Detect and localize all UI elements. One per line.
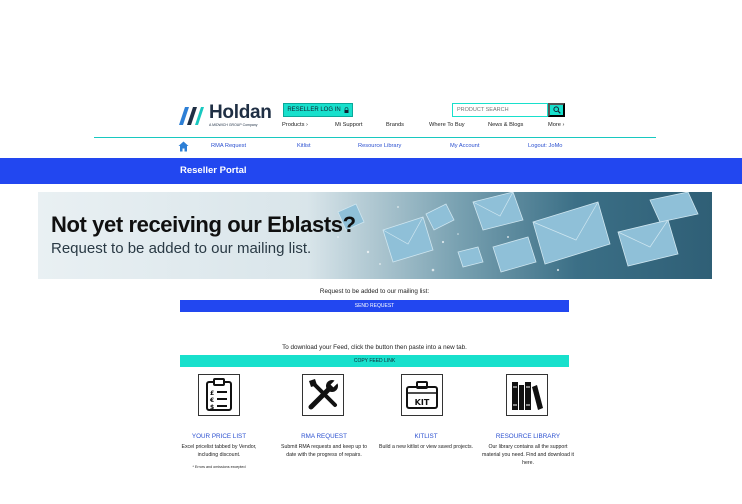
tile-price-list-title[interactable]: YOUR PRICE LIST (172, 433, 266, 440)
search-button[interactable] (548, 103, 565, 117)
reseller-login-button[interactable]: RESELLER LOG IN (283, 103, 353, 117)
tile-price-list-desc: Excel pricelist tabbed by Vendor, includ… (181, 444, 257, 458)
lock-icon (344, 107, 349, 113)
svg-text:£: £ (210, 390, 214, 397)
mailing-list-prompt: Request to be added to our mailing list: (319, 288, 430, 295)
logo-name: Holdan (209, 102, 272, 123)
svg-text:€: € (209, 397, 214, 404)
send-request-button[interactable]: SEND REQUEST (180, 300, 569, 312)
eblast-banner: Not yet receiving our Eblasts? Request t… (38, 192, 712, 279)
tile-kitlist-desc: Build a new kitlist or view saved projec… (379, 444, 473, 450)
banner-subline: Request to be added to our mailing list. (51, 240, 312, 257)
tile-resource-library-desc: Our library contains all the support mat… (482, 444, 574, 466)
portal-title-bar: Reseller Portal (0, 158, 742, 184)
tile-kitlist-title[interactable]: KITLIST (379, 433, 473, 440)
holdan-logo[interactable]: Holdan A MIDWICH GROUP Company (176, 103, 272, 128)
kit-icon-label: KIT (415, 398, 430, 407)
subnav-resource-library[interactable]: Resource Library (358, 143, 401, 149)
nav-more[interactable]: More › (548, 122, 564, 128)
page-title: Reseller Portal (180, 165, 247, 176)
tile-rma-request-desc: Submit RMA requests and keep up to date … (281, 444, 367, 458)
library-books-icon[interactable] (506, 374, 548, 416)
subnav-my-account[interactable]: My Account (450, 143, 479, 149)
svg-text:$: $ (210, 404, 214, 411)
reseller-sub-nav: RMA Request Kitlist Resource Library My … (0, 143, 742, 153)
nav-brands[interactable]: Brands (386, 122, 404, 128)
feed-prompt: To download your Feed, click the button … (282, 344, 467, 351)
tile-price-list-note: * Errors and omissions excepted (192, 465, 246, 469)
price-list-icon[interactable]: £ € $ (198, 374, 240, 416)
banner-headline: Not yet receiving our Eblasts? (51, 212, 356, 237)
product-search-input[interactable] (452, 103, 548, 117)
tile-rma-request-title[interactable]: RMA REQUEST (277, 433, 371, 440)
nav-mi-support[interactable]: Mi Support (335, 122, 363, 128)
tile-resource-library-title[interactable]: RESOURCE LIBRARY (481, 433, 575, 440)
reseller-login-label: RESELLER LOG IN (287, 107, 341, 113)
nav-news-blogs[interactable]: News & Blogs (488, 122, 523, 128)
subnav-logout[interactable]: Logout: JoMo (528, 143, 562, 149)
logo-tagline: A MIDWICH GROUP Company (209, 123, 258, 127)
search-icon (552, 106, 561, 114)
subnav-kitlist[interactable]: Kitlist (297, 143, 311, 149)
copy-feed-link-button[interactable]: COPY FEED LINK (180, 355, 569, 367)
header-divider (94, 137, 656, 138)
nav-where-to-buy[interactable]: Where To Buy (429, 122, 465, 128)
kit-case-icon[interactable]: KIT (401, 374, 443, 416)
holdan-logo-mark-icon (179, 106, 204, 125)
nav-products[interactable]: Products › (282, 122, 308, 128)
tools-icon[interactable] (302, 374, 344, 416)
subnav-rma-request[interactable]: RMA Request (211, 143, 246, 149)
